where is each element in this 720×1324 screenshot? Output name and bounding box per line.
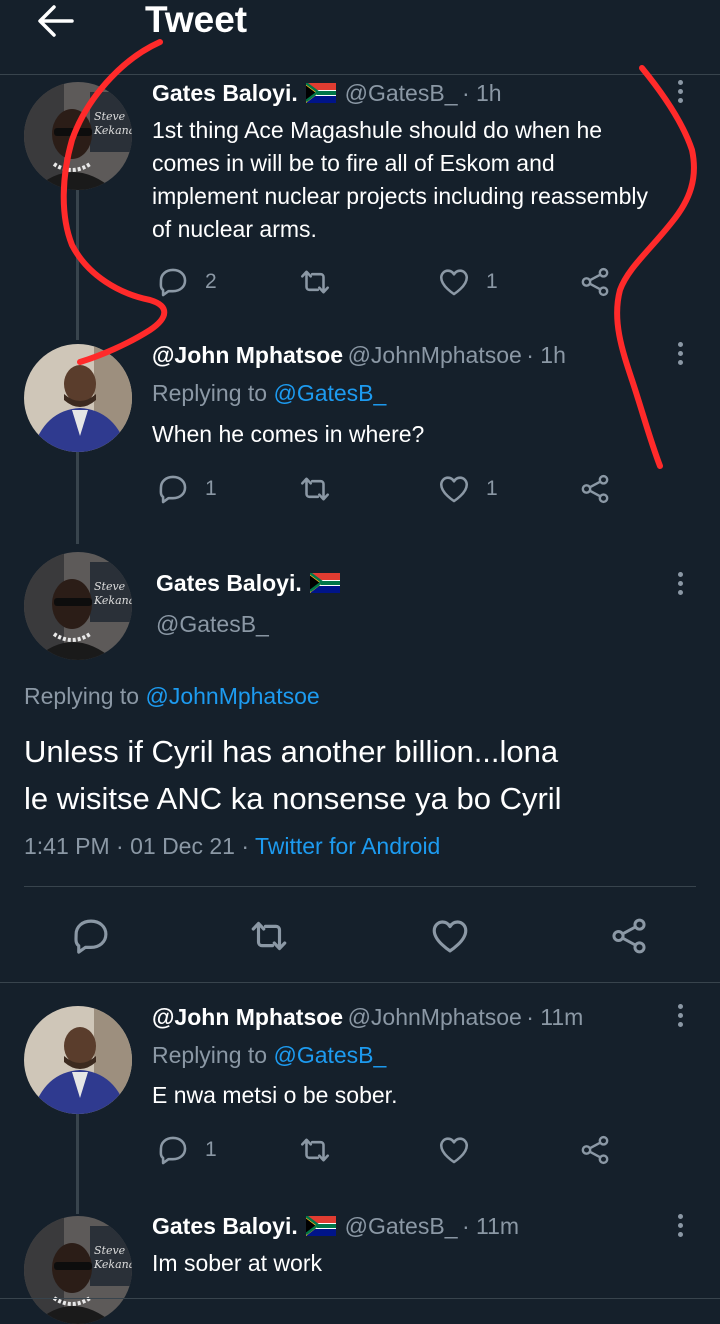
red-annotation-strokes (60, 39, 697, 469)
